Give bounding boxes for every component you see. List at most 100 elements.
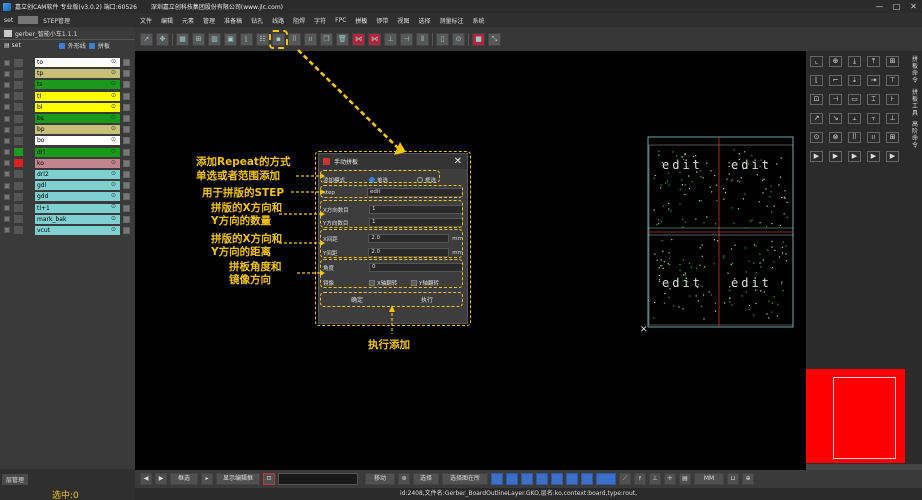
layers-icon[interactable]: ▤ — [679, 473, 691, 485]
menu-item[interactable]: 系统 — [472, 16, 484, 25]
filter-icon[interactable]: ⊛ — [398, 473, 410, 485]
cross-icon[interactable]: ✛ — [664, 473, 676, 485]
layer-visibility-toggle[interactable] — [4, 149, 10, 156]
back-button[interactable]: ◀ — [140, 473, 152, 485]
layer-lock-toggle[interactable] — [123, 126, 130, 134]
close-icon[interactable]: ✕ — [905, 0, 922, 13]
layer-visibility-toggle[interactable] — [4, 137, 10, 144]
layer-name[interactable]: ko — [35, 158, 120, 168]
layer-visibility-toggle[interactable] — [4, 193, 10, 200]
panel-command-icon[interactable]: ⊥ — [886, 113, 899, 124]
layer-eye-icon[interactable]: ⊙ — [111, 148, 116, 155]
chart-icon[interactable]: ⌊ — [240, 32, 253, 46]
vcut-icon[interactable]: ⋈ — [352, 32, 365, 46]
panel-command-icon[interactable]: ⌊ — [810, 75, 823, 86]
layer-visibility-toggle[interactable] — [4, 171, 10, 178]
layer-color-swatch[interactable] — [14, 58, 23, 67]
panel-command-icon[interactable]: ⊦ — [886, 94, 899, 105]
layer-color-swatch[interactable] — [14, 192, 23, 201]
unit-select[interactable]: MM — [694, 473, 724, 485]
layer-eye-icon[interactable]: ⊙ — [111, 103, 116, 110]
layer-name[interactable]: drl — [35, 147, 120, 157]
zoom-icon[interactable]: ⊕ — [742, 473, 754, 485]
layer-name[interactable]: vcut — [35, 225, 120, 235]
panel-command-icon[interactable]: ⠿ — [848, 132, 861, 143]
layer-color-swatch[interactable] — [14, 80, 23, 89]
layer-lock-toggle[interactable] — [123, 148, 130, 156]
menu-item[interactable]: 钻孔 — [251, 16, 263, 25]
array-icon[interactable]: ⠿ — [288, 32, 301, 46]
layer-eye-icon[interactable]: ⊙ — [111, 226, 116, 233]
layer-visibility-toggle[interactable] — [4, 115, 10, 122]
outline-checkbox[interactable] — [58, 42, 65, 49]
layer-visibility-toggle[interactable] — [4, 126, 10, 133]
panel-command-icon[interactable]: ⊡ — [810, 94, 823, 105]
text-tool-icon[interactable] — [581, 473, 593, 485]
panel-command-icon[interactable]: ⌞ — [810, 56, 823, 67]
layer-visibility-toggle[interactable] — [4, 182, 10, 189]
mini-map[interactable] — [806, 369, 905, 463]
layer-visibility-toggle[interactable] — [4, 59, 10, 66]
layer-row[interactable]: tp ⊙ — [0, 68, 135, 79]
layer-name[interactable]: bs — [35, 114, 120, 124]
layer-color-swatch[interactable] — [14, 103, 23, 112]
forward-button[interactable]: ▶ — [155, 473, 167, 485]
panel-command-icon[interactable]: ▶ — [810, 151, 823, 162]
layer-lock-toggle[interactable] — [123, 182, 130, 190]
layer-lock-toggle[interactable] — [123, 215, 130, 223]
snap2-icon[interactable]: ⫯ — [634, 473, 646, 485]
layer-name[interactable]: gdd — [35, 192, 120, 202]
panel-command-icon[interactable]: ⊕ — [829, 56, 842, 67]
target-icon[interactable]: ⊙ — [452, 32, 465, 46]
menu-item[interactable]: 阻焊 — [293, 16, 305, 25]
layer-color-swatch[interactable] — [14, 125, 23, 134]
move-select[interactable]: 移动 — [365, 473, 395, 485]
layer-row[interactable]: gdd ⊙ — [0, 191, 135, 202]
layer-row[interactable]: bl ⊙ — [0, 102, 135, 113]
layer-color-swatch[interactable] — [14, 215, 23, 224]
panel-setup-icon[interactable]: ▦ — [176, 32, 189, 46]
manual-panel-icon[interactable]: ▪ — [269, 29, 288, 49]
panel-command-icon[interactable]: ⊗ — [829, 132, 842, 143]
split-icon[interactable]: ⊥ — [384, 32, 397, 46]
layer-name[interactable]: tl+1 — [35, 203, 120, 213]
panel-command-icon[interactable]: ⠶ — [867, 132, 880, 143]
panel-command-icon[interactable]: ⊞ — [886, 56, 899, 67]
menu-item[interactable]: 编辑 — [161, 16, 173, 25]
minimize-icon[interactable]: — — [871, 0, 888, 13]
panel-command-icon[interactable]: ⌶ — [867, 94, 880, 105]
layer-color-swatch[interactable] — [14, 136, 23, 145]
panel-command-icon[interactable]: ⫠ — [848, 113, 861, 124]
arrange-icon[interactable]: ⠶ — [304, 32, 317, 46]
panel-checkbox[interactable] — [88, 42, 95, 49]
panel-command-icon[interactable]: ↗ — [810, 113, 823, 124]
align-icon[interactable]: ⫴ — [416, 32, 429, 46]
panel-command-icon[interactable]: ⤓ — [848, 56, 861, 67]
layer-eye-icon[interactable]: ⊙ — [111, 136, 116, 143]
layer-lock-toggle[interactable] — [123, 159, 130, 167]
menu-item[interactable]: 文件 — [140, 16, 152, 25]
layer-lock-toggle[interactable] — [123, 70, 130, 78]
panel-command-icon[interactable]: ⊞ — [886, 132, 899, 143]
frame2-icon[interactable]: ▯ — [436, 32, 449, 46]
menu-item[interactable]: 线路 — [272, 16, 284, 25]
layer-lock-toggle[interactable] — [123, 115, 130, 123]
menu-item[interactable]: 选择 — [418, 16, 430, 25]
layer-eye-icon[interactable]: ⊙ — [111, 125, 116, 132]
layer-eye-icon[interactable]: ⊙ — [111, 92, 116, 99]
delete-icon[interactable]: 🗑 — [336, 32, 349, 46]
layer-row[interactable]: bo ⊙ — [0, 135, 135, 146]
layer-color-swatch[interactable] — [14, 181, 23, 190]
tab-panel-commands[interactable]: 拼板命令 — [910, 56, 920, 84]
layer-eye-icon[interactable]: ⊙ — [111, 203, 116, 210]
layer-color-swatch[interactable] — [14, 92, 23, 101]
measure-icon[interactable]: ⟋ — [619, 473, 631, 485]
tab-panel-tools[interactable]: 拼板工具 — [910, 89, 920, 117]
panel-command-icon[interactable]: ▶ — [848, 151, 861, 162]
layer-eye-icon[interactable]: ⊙ — [111, 170, 116, 177]
layer-lock-toggle[interactable] — [123, 226, 130, 234]
circle-tool-icon[interactable] — [551, 473, 563, 485]
menu-item[interactable]: 视图 — [397, 16, 409, 25]
layer-eye-icon[interactable]: ⊙ — [111, 159, 116, 166]
layer-visibility-toggle[interactable] — [4, 93, 10, 100]
